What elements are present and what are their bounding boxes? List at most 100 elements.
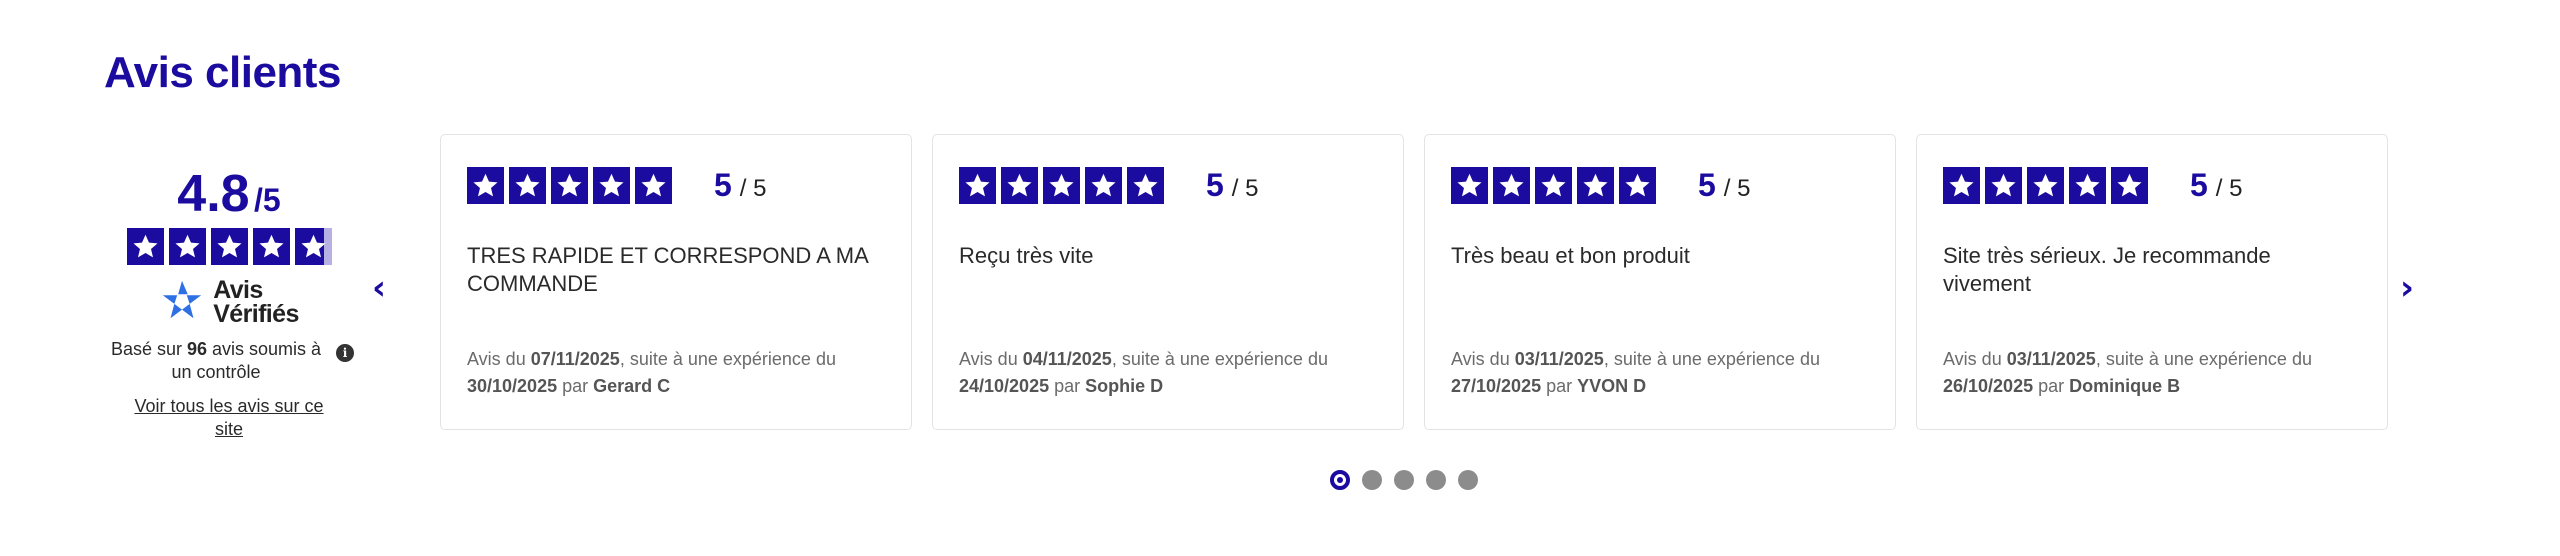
star-icon (1493, 167, 1530, 204)
star-icon (1043, 167, 1080, 204)
meta-by: par (2033, 376, 2070, 396)
star-icon (593, 167, 630, 204)
review-date: 07/11/2025 (530, 349, 620, 369)
avis-verifies-logo (159, 277, 205, 328)
review-author: Dominique B (2069, 376, 2181, 396)
review-card: 5 / 5 Site très sérieux. Je recommande viv… (1916, 134, 2388, 430)
meta-middle: , suite à une expérience du (619, 349, 836, 369)
star-icon (1577, 167, 1614, 204)
star-icon (168, 228, 206, 265)
rating-value: 5 (1206, 167, 1224, 203)
average-score: 4.8 /5 (104, 168, 354, 220)
chevron-left-icon[interactable]: ‹ (372, 268, 386, 308)
info-icon[interactable]: i (336, 344, 354, 362)
brand-line-2: Vérifiés (213, 299, 299, 328)
star-icon (551, 167, 588, 204)
meta-middle: , suite à une expérience du (1603, 349, 1820, 369)
review-rating: 5 / 5 (2190, 167, 2242, 204)
pagination-dot[interactable] (1394, 470, 1414, 490)
review-meta: Avis du 03/11/2025, suite à une expérien… (1943, 346, 2361, 400)
rating-value: 5 (2190, 167, 2208, 203)
star-icon (2111, 167, 2148, 204)
meta-prefix: Avis du (959, 349, 1023, 369)
review-card: 5 / 5 Très beau et bon produit Avis du 03/1… (1424, 134, 1896, 430)
review-count-note: Basé sur 96 avis soumis à un contrôle i (104, 338, 354, 383)
review-stars (1943, 167, 2148, 204)
review-rating: 5 / 5 (1206, 167, 1258, 204)
pagination-dot[interactable] (1330, 470, 1350, 490)
star-icon (1985, 167, 2022, 204)
meta-by: par (1541, 376, 1578, 396)
experience-date: 26/10/2025 (1943, 376, 2034, 396)
based-prefix: Basé sur (110, 339, 187, 359)
pagination-dot[interactable] (1426, 470, 1446, 490)
rating-max: / 5 (1231, 175, 1259, 202)
brand: Avis Vérifiés (104, 277, 354, 328)
star-icon (1619, 167, 1656, 204)
star-icon (126, 228, 164, 265)
review-count: 96 (186, 339, 208, 359)
review-author: Sophie D (1085, 376, 1164, 396)
review-stars (959, 167, 1164, 204)
review-card: 5 / 5 Reçu très vite Avis du 04/11/2025, su… (932, 134, 1404, 430)
review-card: 5 / 5 TRES RAPIDE ET CORRESPOND A MA COMMA… (440, 134, 912, 430)
star-icon (509, 167, 546, 204)
review-meta: Avis du 03/11/2025, suite à une expérien… (1451, 346, 1869, 400)
meta-by: par (557, 376, 594, 396)
star-icon (1127, 167, 1164, 204)
rating-value: 5 (714, 167, 732, 203)
star-icon (467, 167, 504, 204)
based-text: Basé sur 96 avis soumis à un contrôle (104, 338, 328, 383)
carousel-pagination (1330, 470, 1478, 490)
brand-line-1: Avis (213, 275, 263, 304)
experience-date: 24/10/2025 (959, 376, 1050, 396)
experience-date: 30/10/2025 (467, 376, 558, 396)
meta-prefix: Avis du (1943, 349, 2007, 369)
rating-value: 5 (1698, 167, 1716, 203)
star-icon (1085, 167, 1122, 204)
rating-summary: 4.8 /5 Avis Vérifiés Basé sur 96 avis so… (104, 168, 354, 440)
star-icon (1943, 167, 1980, 204)
star-icon (635, 167, 672, 204)
review-text: Reçu très vite (959, 243, 1094, 268)
review-meta: Avis du 04/11/2025, suite à une expérien… (959, 346, 1377, 400)
review-text: TRES RAPIDE ET CORRESPOND A MA COMMANDE (467, 243, 868, 296)
meta-middle: , suite à une expérience du (2095, 349, 2312, 369)
review-author: YVON D (1577, 376, 1647, 396)
star-icon (210, 228, 248, 265)
partial-star-icon (294, 228, 332, 265)
star-icon (2027, 167, 2064, 204)
chevron-right-icon[interactable]: › (2400, 268, 2414, 308)
review-stars (1451, 167, 1656, 204)
score-value: 4.8 (177, 165, 250, 223)
review-rating: 5 / 5 (1698, 167, 1750, 204)
review-date: 03/11/2025 (2006, 349, 2096, 369)
rating-max: / 5 (2215, 175, 2243, 202)
meta-prefix: Avis du (1451, 349, 1515, 369)
review-author: Gerard C (593, 376, 671, 396)
score-max: /5 (254, 182, 281, 218)
star-icon (959, 167, 996, 204)
pagination-dot[interactable] (1458, 470, 1478, 490)
meta-middle: , suite à une expérience du (1111, 349, 1328, 369)
meta-by: par (1049, 376, 1086, 396)
meta-prefix: Avis du (467, 349, 531, 369)
review-date: 04/11/2025 (1022, 349, 1112, 369)
star-icon (1535, 167, 1572, 204)
pagination-dot[interactable] (1362, 470, 1382, 490)
review-stars (467, 167, 672, 204)
review-date: 03/11/2025 (1514, 349, 1604, 369)
star-icon (252, 228, 290, 265)
review-meta: Avis du 07/11/2025, suite à une expérien… (467, 346, 885, 400)
star-icon (1451, 167, 1488, 204)
star-icon (1001, 167, 1038, 204)
rating-max: / 5 (1723, 175, 1751, 202)
star-icon (2069, 167, 2106, 204)
review-text: Très beau et bon produit (1451, 243, 1690, 268)
review-rating: 5 / 5 (714, 167, 766, 204)
section-title: Avis clients (104, 48, 341, 97)
rating-max: / 5 (739, 175, 767, 202)
see-all-reviews-link[interactable]: Voir tous les avis sur ce site (104, 395, 354, 440)
review-text: Site très sérieux. Je recommande vivemen… (1943, 243, 2271, 296)
summary-stars (104, 228, 354, 265)
